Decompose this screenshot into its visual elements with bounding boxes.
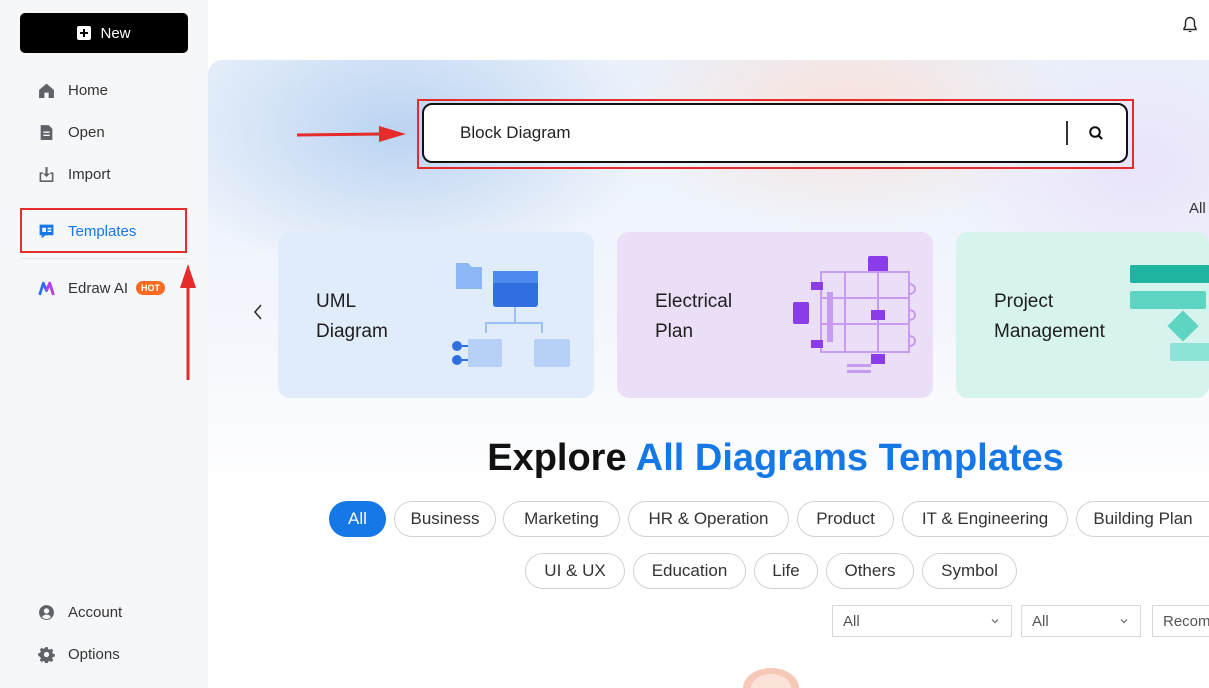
chevron-down-icon: [991, 619, 999, 624]
category-marketing[interactable]: Marketing: [503, 501, 620, 537]
new-button-label: New: [100, 24, 131, 42]
sidebar-item-options[interactable]: Options: [38, 642, 120, 666]
category-hr-operation[interactable]: HR & Operation: [628, 501, 789, 537]
plus-icon: [77, 26, 92, 40]
gear-icon: [38, 646, 55, 663]
explore-heading: Explore All Diagrams Templates: [0, 437, 1209, 480]
explore-prefix: Explore: [487, 437, 627, 479]
hot-badge: HOT: [136, 281, 166, 295]
explore-highlight: All Diagrams Templates: [635, 437, 1064, 479]
category-business[interactable]: Business: [394, 501, 496, 537]
sidebar-item-label: Import: [68, 165, 111, 183]
card-title: Project Management: [994, 291, 1105, 342]
sidebar-item-edraw-ai[interactable]: Edraw AI HOT: [38, 276, 166, 300]
category-education[interactable]: Education: [633, 553, 746, 589]
card-title: Electrical Plan: [655, 291, 733, 342]
sidebar-item-open[interactable]: Open: [38, 120, 105, 144]
card-title: UML Diagram: [316, 291, 388, 342]
category-product[interactable]: Product: [797, 501, 894, 537]
sidebar-item-home[interactable]: Home: [38, 78, 108, 102]
project-illustration: [1130, 265, 1209, 361]
filter-dropdown-2[interactable]: All: [1021, 605, 1141, 637]
chevron-down-icon: [1120, 619, 1128, 624]
import-icon: [39, 166, 54, 182]
category-others[interactable]: Others: [826, 553, 914, 589]
category-symbol[interactable]: Symbol: [922, 553, 1017, 589]
sidebar: New Home Open Import Templates Edraw AI …: [0, 0, 208, 688]
annotation-arrow-up: [180, 264, 196, 380]
category-ui-ux[interactable]: UI & UX: [525, 553, 625, 589]
filter-value: Recomm: [1163, 612, 1209, 630]
chevron-left-icon[interactable]: [250, 302, 266, 322]
sidebar-item-label: Edraw AI: [68, 279, 129, 297]
account-icon: [39, 604, 54, 620]
templates-highlight-box: [20, 208, 187, 253]
category-it-engineering[interactable]: IT & Engineering: [902, 501, 1068, 537]
file-icon: [40, 124, 53, 140]
new-button[interactable]: New: [20, 13, 188, 53]
filter-dropdown-1[interactable]: All: [832, 605, 1012, 637]
sidebar-item-import[interactable]: Import: [38, 162, 111, 186]
sidebar-item-label: Options: [68, 645, 120, 663]
sidebar-item-label: Account: [68, 603, 123, 621]
category-life[interactable]: Life: [754, 553, 818, 589]
sidebar-item-label: Home: [68, 81, 109, 99]
category-all[interactable]: All: [329, 501, 386, 537]
template-card-electrical[interactable]: Electrical Plan: [617, 232, 933, 398]
top-bar: [208, 0, 1209, 52]
sidebar-item-label: Open: [68, 123, 105, 141]
template-card-uml[interactable]: UML Diagram: [278, 232, 594, 398]
bell-icon[interactable]: [1182, 16, 1198, 34]
sidebar-divider: [20, 258, 188, 259]
sidebar-item-account[interactable]: Account: [38, 600, 122, 624]
edraw-ai-icon: [38, 281, 55, 295]
template-card-project[interactable]: Project Management: [956, 232, 1209, 398]
annotation-arrow-right: [296, 126, 406, 142]
home-icon: [39, 83, 54, 98]
loading-illustration: [743, 668, 799, 688]
sort-dropdown[interactable]: Recomm: [1152, 605, 1209, 637]
search-highlight-box: [417, 99, 1134, 169]
filter-value: All: [843, 612, 860, 630]
uml-illustration: [452, 263, 570, 367]
category-building-plan[interactable]: Building Plan: [1076, 501, 1209, 537]
all-link[interactable]: All: [1189, 200, 1206, 217]
electrical-illustration: [793, 256, 916, 373]
filter-value: All: [1032, 612, 1049, 630]
